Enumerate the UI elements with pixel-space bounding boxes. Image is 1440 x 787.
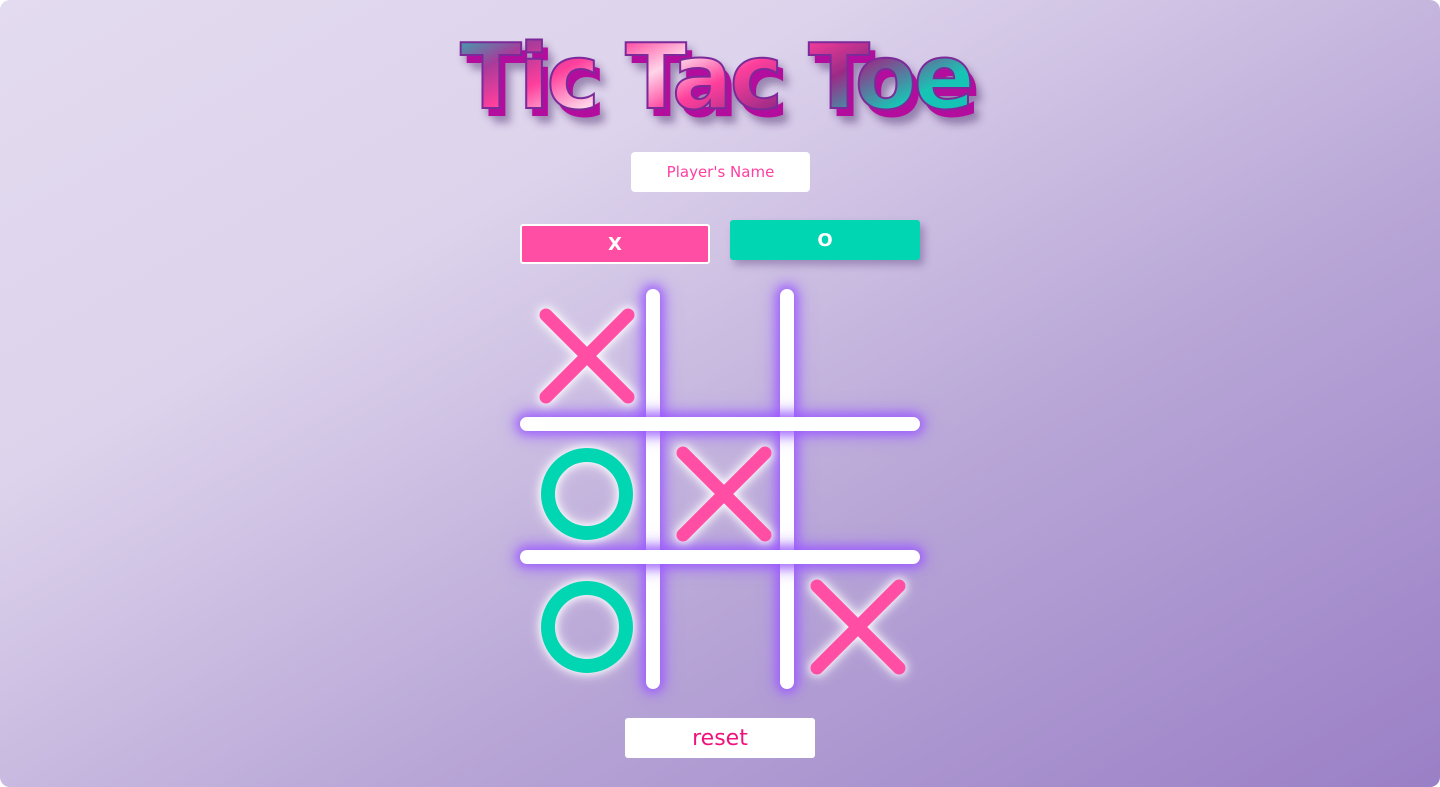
board-cell-4[interactable] xyxy=(520,427,646,553)
board-cell-3[interactable] xyxy=(791,289,917,415)
choose-x-button[interactable]: X xyxy=(520,224,710,264)
board-cell-7[interactable] xyxy=(520,560,646,686)
game-title-logo: Tic Tac Toe Tic Tac Toe xyxy=(459,24,980,138)
game-screen: Tic Tac Toe Tic Tac Toe X O reset xyxy=(0,0,1440,787)
board-cell-8[interactable] xyxy=(657,560,783,686)
o-mark-icon xyxy=(541,581,633,673)
reset-label: reset xyxy=(692,725,748,751)
player-name-input[interactable] xyxy=(631,152,810,192)
game-title: Tic Tac Toe Tic Tac Toe xyxy=(0,18,1440,138)
x-mark-icon xyxy=(810,579,906,675)
choose-o-label: O xyxy=(817,229,833,251)
choose-o-button[interactable]: O xyxy=(730,220,920,260)
x-mark-icon xyxy=(676,446,772,542)
svg-text:Tic Tac Toe: Tic Tac Toe xyxy=(460,25,971,130)
reset-button[interactable]: reset xyxy=(625,718,815,758)
board-cell-9[interactable] xyxy=(791,560,917,686)
o-mark-icon xyxy=(541,448,633,540)
game-board xyxy=(520,289,920,689)
board-cell-6[interactable] xyxy=(791,427,917,553)
board-cell-5[interactable] xyxy=(657,427,783,553)
choose-x-label: X xyxy=(608,233,622,255)
x-mark-icon xyxy=(539,308,635,404)
board-cell-1[interactable] xyxy=(520,289,646,415)
board-cell-2[interactable] xyxy=(657,289,783,415)
